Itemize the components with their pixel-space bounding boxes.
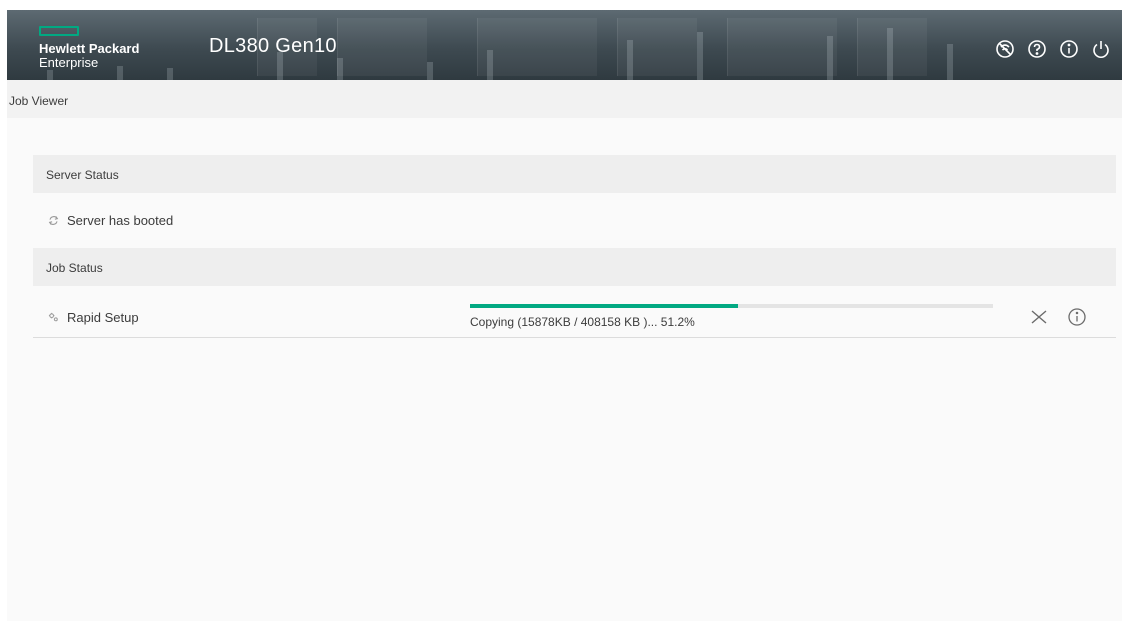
header-bg-decor [337, 18, 427, 76]
page-title: Job Viewer [9, 94, 69, 108]
job-progress-fill [470, 304, 738, 308]
job-status-heading: Job Status [46, 261, 103, 275]
info-icon[interactable] [1058, 38, 1080, 60]
header-actions [994, 38, 1112, 60]
help-icon[interactable] [1026, 38, 1048, 60]
server-status-row: Server has booted [47, 213, 173, 228]
brand-line-1: Hewlett Packard [39, 41, 140, 56]
server-status-heading: Server Status [46, 168, 119, 182]
header-bg-decor [727, 18, 837, 76]
header-bg-decor [827, 36, 833, 80]
header-bg-decor [697, 32, 703, 80]
brand-name: Hewlett Packard Enterprise [39, 42, 139, 70]
product-title: DL380 Gen10 [209, 35, 337, 57]
server-status-message: Server has booted [67, 213, 174, 228]
caption-strip [0, 0, 1130, 10]
job-name: Rapid Setup [67, 310, 139, 325]
header-bg-decor [487, 50, 493, 80]
header-bg-decor [477, 18, 597, 76]
brand-line-2: Enterprise [39, 55, 99, 70]
job-viewer-content: Server Status Server has booted Job Stat… [7, 118, 1122, 621]
job-status-header: Job Status [33, 248, 1116, 286]
no-network-icon[interactable] [994, 38, 1016, 60]
header-bg-decor [47, 70, 53, 80]
header-bg-decor [947, 44, 953, 80]
setup-icon [47, 312, 59, 324]
row-divider [33, 337, 1116, 338]
job-info-icon[interactable] [1065, 305, 1089, 329]
power-icon[interactable] [1090, 38, 1112, 60]
header-bg-decor [337, 58, 343, 80]
refresh-icon [47, 215, 59, 227]
header-bg-decor [627, 40, 633, 80]
job-progress-text: Copying (15878KB / 408158 KB )... 51.2% [470, 315, 695, 329]
server-status-header: Server Status [33, 155, 1116, 193]
page-subheader: Job Viewer [7, 80, 1122, 118]
header-bg-decor [167, 68, 173, 80]
cancel-icon[interactable] [1027, 305, 1051, 329]
hpe-logo-icon [39, 26, 79, 36]
header-bg-decor [427, 62, 433, 80]
header-bg-decor [887, 28, 893, 80]
app-header: Hewlett Packard Enterprise DL380 Gen10 [7, 10, 1122, 80]
job-progress-bar [470, 304, 993, 308]
job-row: Rapid Setup [47, 310, 139, 325]
